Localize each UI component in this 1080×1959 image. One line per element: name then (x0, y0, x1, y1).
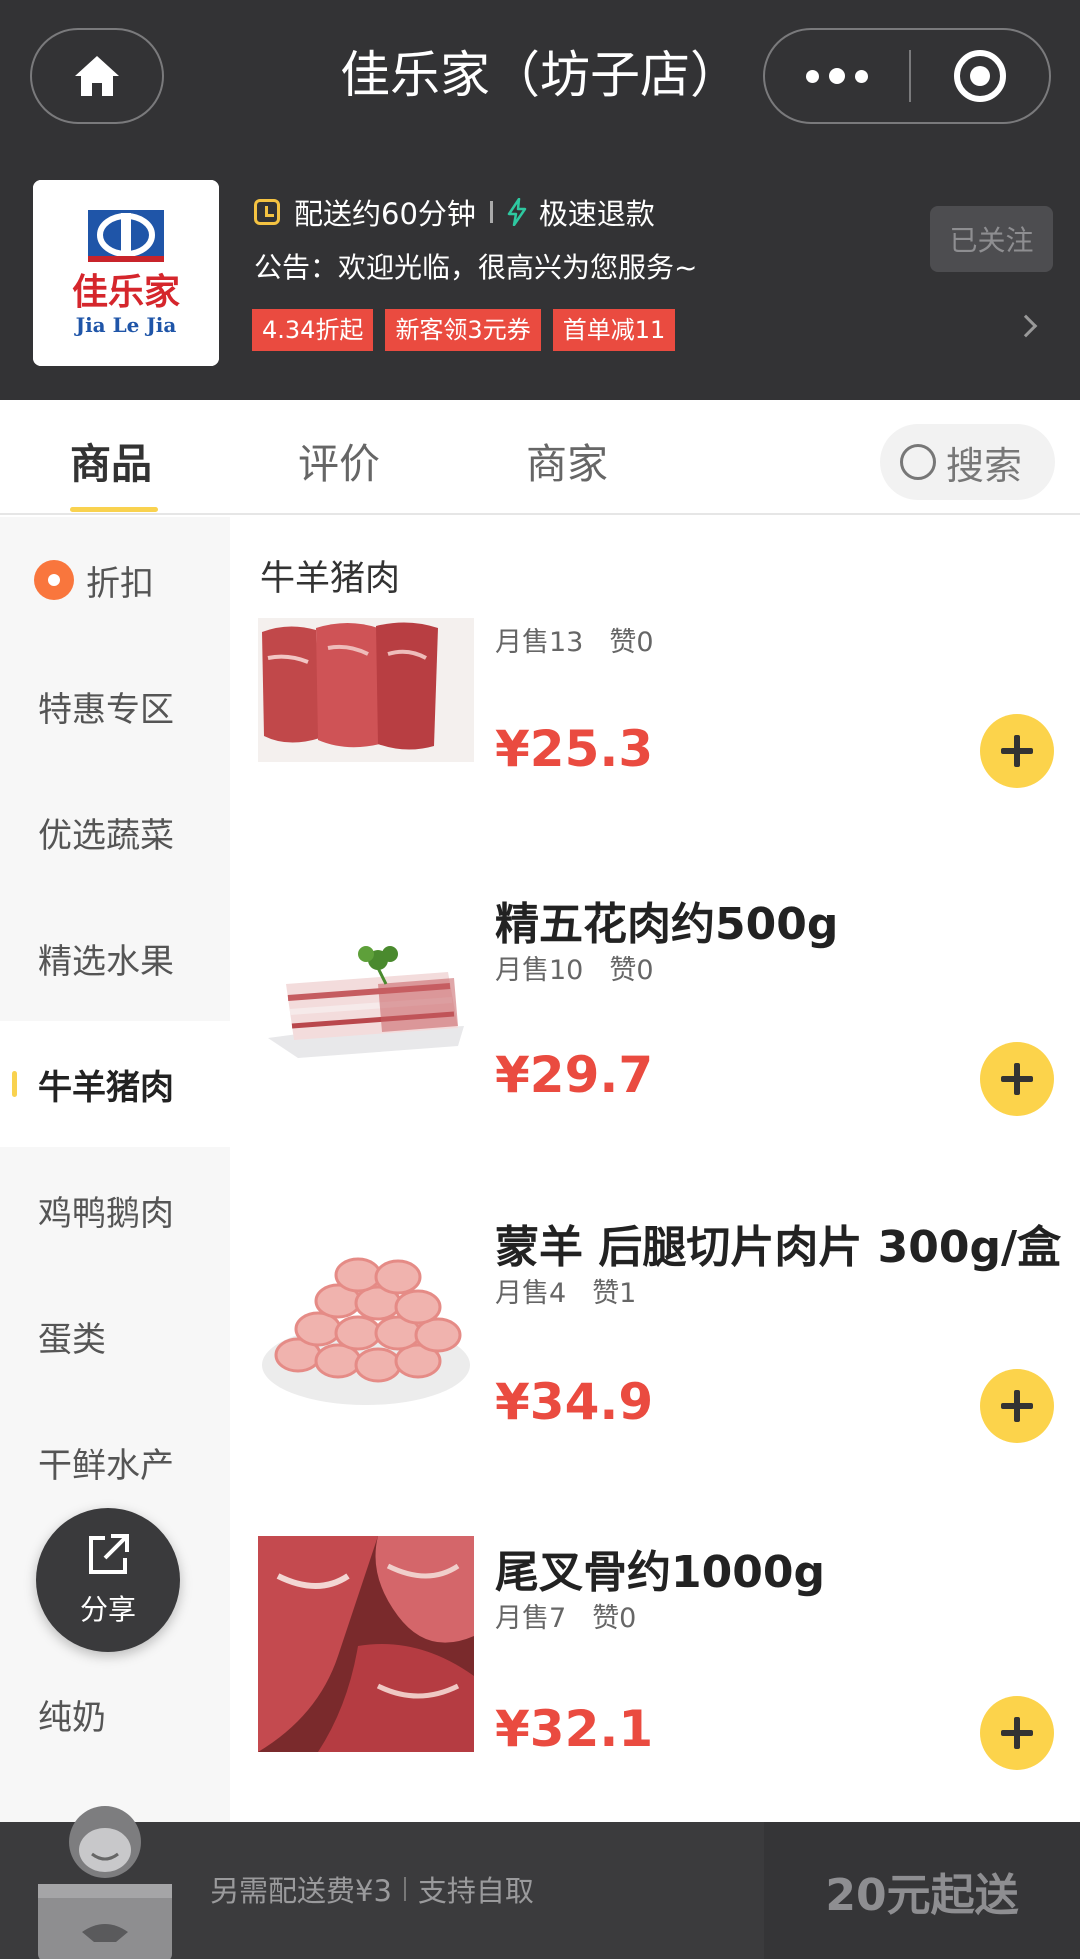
mini-program-capsule (763, 28, 1051, 124)
likes-count: 赞0 (592, 1603, 637, 1634)
share-label: 分享 (79, 1593, 136, 1626)
share-button[interactable]: 分享 (36, 1508, 180, 1652)
clock-icon (254, 199, 280, 225)
monthly-sales: 月售7 (495, 1603, 567, 1634)
more-button[interactable] (765, 30, 909, 122)
category-item-special[interactable]: 特惠专区 (0, 643, 230, 769)
divider (403, 1877, 406, 1901)
product-card[interactable]: 蒙羊 后腿切片肉片 300g/盒 月售4 赞1 ¥34.9 (230, 1205, 1080, 1505)
product-image[interactable] (258, 1536, 474, 1752)
self-pickup: 支持自取 (417, 1874, 534, 1908)
product-price: ¥34.9 (495, 1373, 654, 1431)
refund-label: 极速退款 (538, 197, 655, 231)
product-stats: 月售7 赞0 (495, 1596, 636, 1635)
tab-bar: 商品 评价 商家 搜索 (0, 400, 1080, 515)
product-stats: 月售13 赞0 (495, 620, 654, 659)
delivery-fee: 另需配送费¥3 (210, 1874, 392, 1908)
promo-tag: 4.34折起 (252, 309, 374, 351)
delivery-info: 配送约60分钟 极速退款 (254, 190, 655, 234)
tab-reviews[interactable]: 评价 (298, 430, 380, 490)
store-header: 佳乐家（坊子店） 佳乐家 Jia Le Jia 配送约60分钟 极速退款 公告：… (0, 0, 1080, 400)
promo-tag: 新客领3元券 (385, 309, 541, 351)
product-name: 精五花肉约500g (495, 899, 839, 950)
cart-bar: 另需配送费¥3 支持自取 20元起送 (0, 1806, 1080, 1959)
category-item-meat[interactable]: 牛羊猪肉 (0, 1021, 230, 1147)
monthly-sales: 月售10 (495, 955, 584, 986)
follow-button[interactable]: 已关注 (930, 206, 1053, 272)
more-dots-icon (806, 68, 868, 84)
home-icon (75, 56, 119, 96)
product-card[interactable]: 月售13 赞0 ¥25.3 (230, 612, 1080, 912)
plus-icon (1001, 1390, 1033, 1422)
add-to-cart-button[interactable] (980, 1042, 1054, 1116)
svg-text:Jia Le Jia: Jia Le Jia (74, 313, 177, 337)
promo-tag: 首单减11 (552, 309, 676, 351)
plus-icon (1001, 735, 1033, 767)
add-to-cart-button[interactable] (980, 714, 1054, 788)
product-image[interactable] (258, 618, 474, 762)
search-button[interactable]: 搜索 (880, 424, 1055, 500)
product-price: ¥32.1 (495, 1700, 654, 1758)
svg-text:佳乐家: 佳乐家 (72, 272, 180, 313)
delivery-rider-icon[interactable] (30, 1792, 180, 1959)
monthly-sales: 月售4 (495, 1278, 567, 1309)
plus-icon (1001, 1063, 1033, 1095)
store-notice: 公告：欢迎光临，很高兴为您服务~ (254, 251, 698, 284)
min-order-button[interactable]: 20元起送 (764, 1822, 1080, 1959)
search-label: 搜索 (946, 443, 1023, 488)
delivery-time: 配送约60分钟 (294, 197, 476, 231)
section-title: 牛羊猪肉 (260, 559, 401, 599)
product-stats: 月售4 赞1 (495, 1271, 636, 1310)
likes-count: 赞1 (592, 1278, 637, 1309)
add-to-cart-button[interactable] (980, 1696, 1054, 1770)
tab-products[interactable]: 商品 (70, 430, 152, 490)
category-item-seafood[interactable]: 干鲜水产 (0, 1399, 230, 1525)
share-icon (89, 1534, 129, 1574)
close-button[interactable] (911, 30, 1049, 122)
home-button[interactable] (30, 28, 164, 124)
target-circle-icon (954, 50, 1006, 102)
search-icon (900, 444, 936, 480)
tab-merchant[interactable]: 商家 (526, 430, 608, 490)
plus-icon (1001, 1717, 1033, 1749)
lightning-icon (507, 198, 527, 226)
product-name: 尾叉骨约1000g (495, 1547, 825, 1598)
category-item-milk[interactable]: 纯奶 (0, 1651, 230, 1777)
category-item-vegetables[interactable]: 优选蔬菜 (0, 769, 230, 895)
jialejia-logo-icon: 佳乐家 Jia Le Jia (33, 180, 219, 366)
product-stats: 月售10 赞0 (495, 948, 654, 987)
chevron-right-icon[interactable] (1014, 314, 1038, 338)
likes-count: 赞0 (609, 955, 654, 986)
discount-pin-icon (34, 560, 74, 600)
product-card[interactable]: 精五花肉约500g 月售10 赞0 ¥29.7 (230, 878, 1080, 1178)
likes-count: 赞0 (609, 627, 654, 658)
category-item-eggs[interactable]: 蛋类 (0, 1273, 230, 1399)
store-logo[interactable]: 佳乐家 Jia Le Jia (33, 180, 219, 366)
promo-tags: 4.34折起 新客领3元券 首单减11 (252, 309, 676, 351)
delivery-fee-info: 另需配送费¥3 支持自取 (210, 1868, 534, 1910)
add-to-cart-button[interactable] (980, 1369, 1054, 1443)
product-name: 蒙羊 后腿切片肉片 300g/盒 (495, 1222, 1062, 1273)
monthly-sales: 月售13 (495, 627, 584, 658)
product-card[interactable]: 尾叉骨约1000g 月售7 赞0 ¥32.1 (230, 1532, 1080, 1832)
product-price: ¥25.3 (495, 720, 654, 778)
product-image[interactable] (258, 908, 474, 1124)
product-image[interactable] (258, 1225, 474, 1441)
active-tab-indicator (70, 507, 158, 512)
divider (489, 201, 493, 223)
category-item-discount[interactable]: 折扣 (0, 517, 230, 643)
category-item-poultry[interactable]: 鸡鸭鹅肉 (0, 1147, 230, 1273)
category-label: 折扣 (86, 563, 154, 604)
category-item-fruit[interactable]: 精选水果 (0, 895, 230, 1021)
product-price: ¥29.7 (495, 1046, 654, 1104)
